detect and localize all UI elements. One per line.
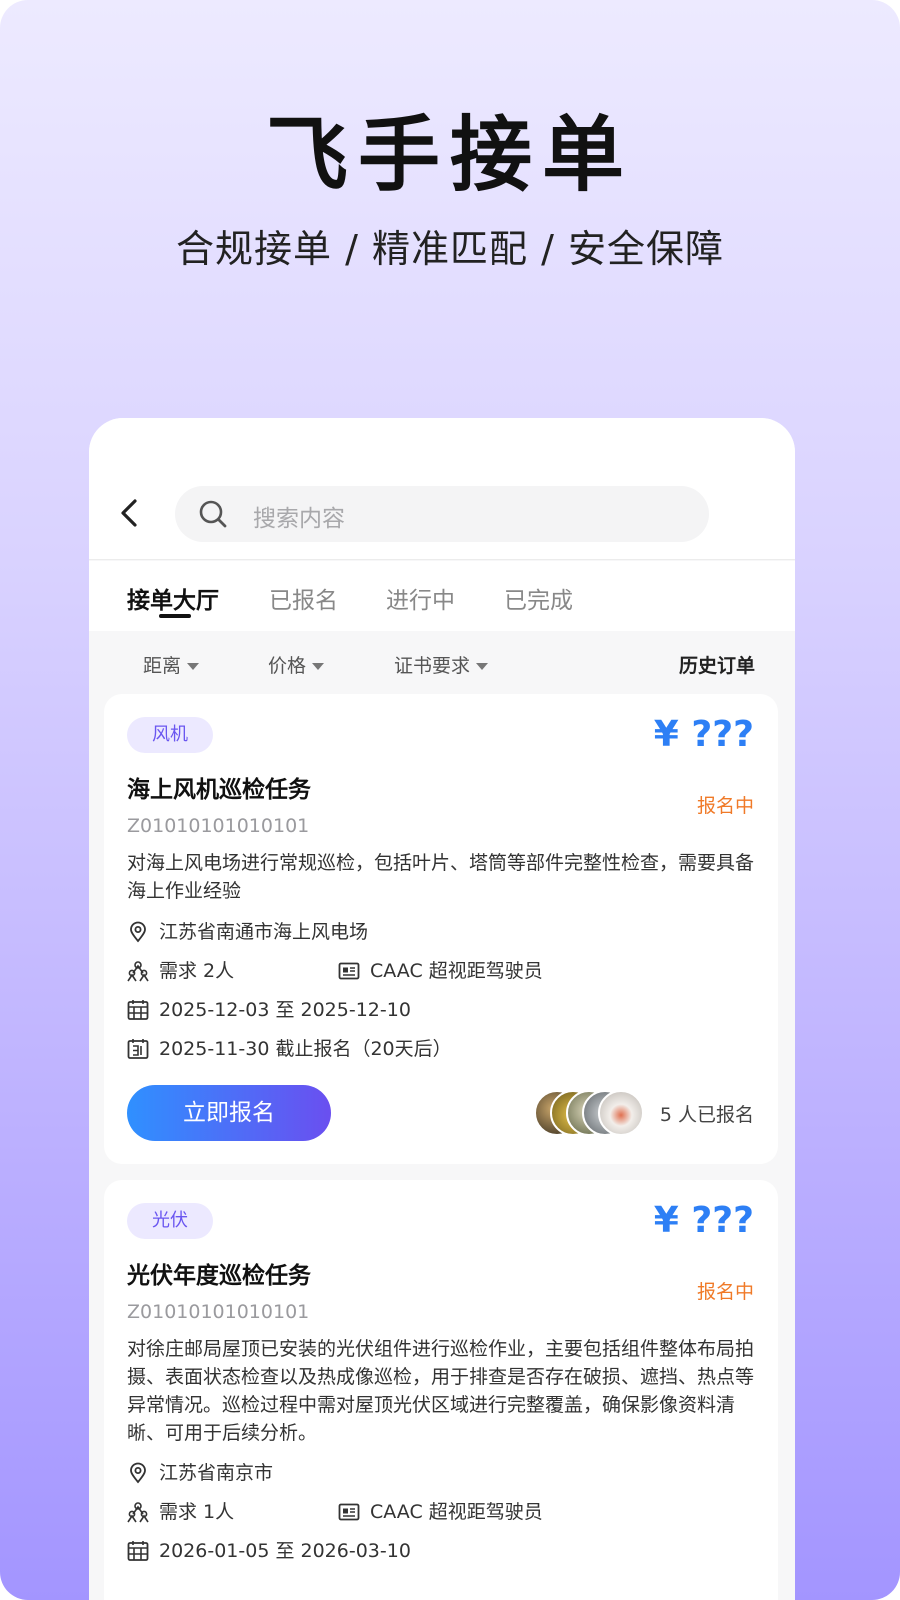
caret-down-icon [312, 663, 325, 670]
order-card[interactable]: 风机 ¥ ??? 海上风机巡检任务 报名中 Z01010101010101 对海… [104, 694, 778, 1164]
license-row: CAAC 超视距驾驶员 [338, 958, 638, 984]
order-code: Z01010101010101 [127, 815, 310, 837]
tab-registered[interactable]: 已报名 [269, 581, 338, 615]
people-row: 需求 1人 [127, 1499, 327, 1525]
tab-bar: 接单大厅 已报名 进行中 已完成 [89, 561, 795, 631]
history-orders-link[interactable]: 历史订单 [679, 651, 755, 678]
order-description: 对海上风电场进行常规巡检，包括叶片、塔筒等部件完整性检查，需要具备海上作业经验 [127, 852, 755, 902]
people-icon [127, 1501, 149, 1523]
avatar [598, 1090, 644, 1136]
id-card-icon [338, 960, 360, 982]
apply-now-button[interactable]: 立即报名 [127, 1085, 331, 1141]
search-placeholder: 搜索内容 [253, 506, 345, 532]
hero-title: 飞手接单 [265, 108, 634, 203]
tab-completed[interactable]: 已完成 [504, 581, 573, 615]
category-tag: 光伏 [127, 1203, 213, 1239]
order-title: 海上风机巡检任务 [127, 777, 311, 803]
location-pin-icon [127, 1462, 149, 1484]
calendar-deadline-icon [127, 1038, 149, 1060]
price: ¥ ??? [653, 714, 754, 755]
period-row: 2026-01-05 至 2026-03-10 [127, 1538, 527, 1564]
caret-down-icon [187, 663, 200, 670]
deadline-row: 2025-11-30 截止报名（20天后） [127, 1036, 627, 1062]
location-row: 江苏省南通市海上风电场 [127, 919, 527, 945]
order-title: 光伏年度巡检任务 [127, 1263, 311, 1289]
filter-license[interactable]: 证书要求 [394, 651, 489, 678]
people-row: 需求 2人 [127, 958, 327, 984]
order-code: Z01010101010101 [127, 1301, 310, 1323]
back-icon[interactable] [115, 498, 145, 528]
status-badge: 报名中 [696, 795, 754, 817]
filter-price[interactable]: 价格 [268, 651, 325, 678]
order-description: 对徐庄邮局屋顶已安装的光伏组件进行巡检作业，主要包括组件整体布局拍摄、表面状态检… [127, 1338, 755, 1444]
people-icon [127, 960, 149, 982]
caret-down-icon [476, 663, 489, 670]
id-card-icon [338, 1501, 360, 1523]
search-input[interactable]: 搜索内容 [175, 486, 709, 542]
filter-bar: 距离 价格 证书要求 历史订单 [89, 631, 795, 695]
license-row: CAAC 超视距驾驶员 [338, 1499, 638, 1525]
registered-avatars [534, 1090, 644, 1136]
filter-distance[interactable]: 距离 [143, 651, 200, 678]
calendar-icon [127, 1540, 149, 1562]
hero-subtitle: 合规接单 / 精准匹配 / 安全保障 [176, 227, 724, 271]
calendar-icon [127, 999, 149, 1021]
top-bar: 搜索内容 [89, 418, 795, 560]
tab-active-indicator [159, 614, 191, 618]
category-tag: 风机 [127, 717, 213, 753]
app-screen: 搜索内容 接单大厅 已报名 进行中 已完成 距离 价格 证书要求 历史订单 风机… [89, 418, 795, 1600]
period-row: 2025-12-03 至 2025-12-10 [127, 997, 527, 1023]
tab-hall[interactable]: 接单大厅 [127, 581, 219, 615]
status-badge: 报名中 [696, 1281, 754, 1303]
location-row: 江苏省南京市 [127, 1460, 527, 1486]
location-pin-icon [127, 921, 149, 943]
search-icon [197, 498, 229, 530]
registered-count: 5 人已报名 [659, 1104, 754, 1126]
order-card[interactable]: 光伏 ¥ ??? 光伏年度巡检任务 报名中 Z01010101010101 对徐… [104, 1180, 778, 1600]
price: ¥ ??? [653, 1200, 754, 1241]
tab-in-progress[interactable]: 进行中 [386, 581, 455, 615]
